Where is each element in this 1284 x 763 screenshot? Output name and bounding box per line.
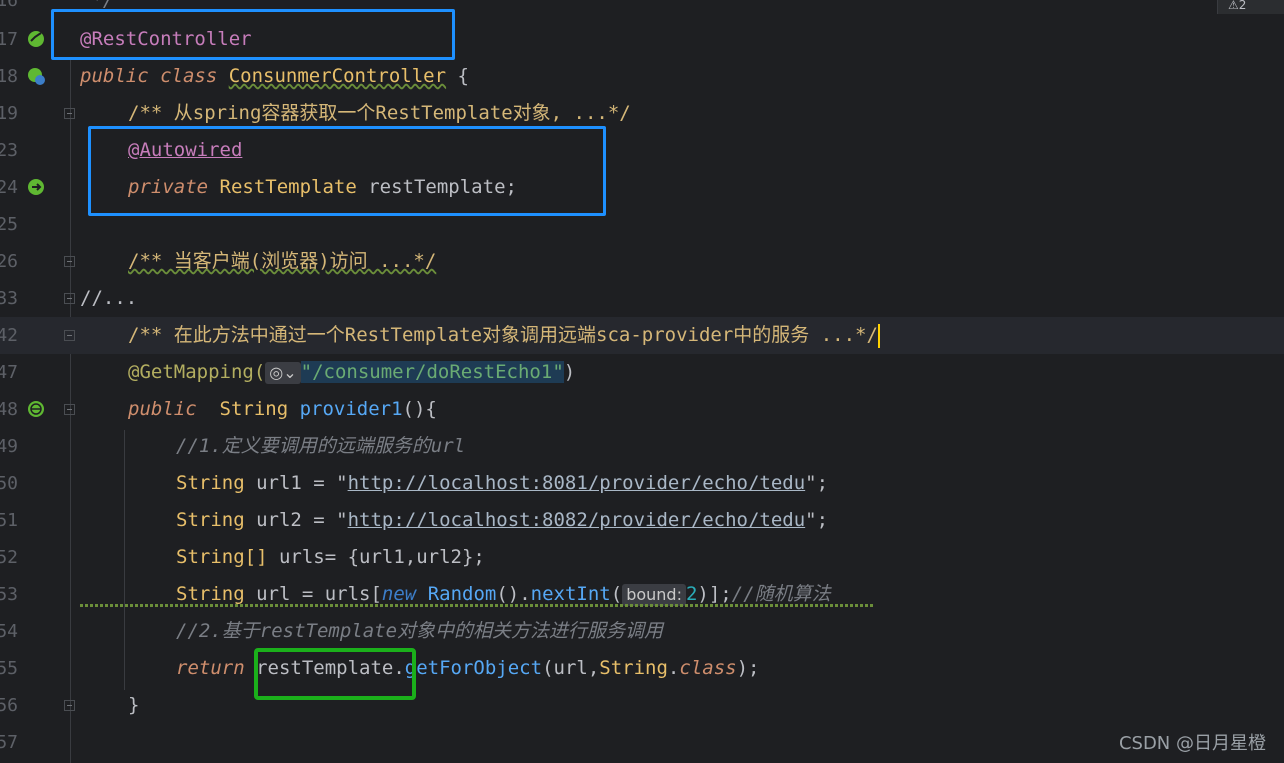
code-text: String url2 = "http://localhost:8082/pro… bbox=[176, 509, 829, 531]
highlight-box-autowired bbox=[88, 126, 606, 216]
line-number: 47 bbox=[0, 362, 18, 383]
line-number: 56 bbox=[0, 695, 18, 716]
spring-bean-globe-icon[interactable] bbox=[26, 66, 46, 86]
line-number: 53 bbox=[0, 584, 18, 605]
line-number: 55 bbox=[0, 658, 18, 679]
code-line[interactable]: 53 String url = urls[new Random().nextIn… bbox=[0, 576, 1284, 613]
text-caret bbox=[877, 323, 880, 348]
code-line[interactable]: 52 String[] urls= {url1,url2}; bbox=[0, 539, 1284, 576]
fold-icon[interactable] bbox=[64, 108, 75, 119]
code-text: //2.基于restTemplate对象中的相关方法进行服务调用 bbox=[176, 620, 664, 642]
line-number: 24 bbox=[0, 177, 18, 198]
code-line[interactable]: 49 //1.定义要调用的远端服务的url bbox=[0, 428, 1284, 465]
line-number: 42 bbox=[0, 325, 18, 346]
code-line[interactable]: 54 //2.基于restTemplate对象中的相关方法进行服务调用 bbox=[0, 613, 1284, 650]
code-text: @GetMapping(◎⌄ "/consumer/doRestEcho1") bbox=[128, 361, 576, 384]
code-line-current[interactable]: 42 /** 在此方法中通过一个RestTemplate对象调用远端sca-pr… bbox=[0, 317, 1284, 354]
code-text: public String provider1(){ bbox=[128, 398, 437, 420]
line-number: 25 bbox=[0, 214, 18, 235]
code-text: //1.定义要调用的远端服务的url bbox=[176, 435, 466, 457]
fold-icon[interactable] bbox=[64, 700, 75, 711]
line-number: 26 bbox=[0, 251, 18, 272]
code-text: String url = urls[new Random().nextInt(b… bbox=[176, 583, 831, 606]
code-line[interactable]: 47 @GetMapping(◎⌄ "/consumer/doRestEcho1"… bbox=[0, 354, 1284, 391]
code-text: //... bbox=[80, 287, 138, 309]
line-number: 23 bbox=[0, 140, 18, 161]
fold-icon[interactable] bbox=[64, 404, 75, 415]
line-number: 19 bbox=[0, 103, 18, 124]
line-number: 51 bbox=[0, 510, 18, 531]
line-number: 50 bbox=[0, 473, 18, 494]
code-line[interactable]: 50 String url1 = "http://localhost:8081/… bbox=[0, 465, 1284, 502]
code-line[interactable]: 33 //... bbox=[0, 280, 1284, 317]
line-number: 33 bbox=[0, 288, 18, 309]
highlight-box-restcontroller bbox=[51, 9, 455, 60]
fold-icon[interactable] bbox=[64, 330, 75, 341]
code-text: String url1 = "http://localhost:8081/pro… bbox=[176, 472, 829, 494]
code-line[interactable]: 55 return restTemplate.getForObject(url,… bbox=[0, 650, 1284, 687]
endpoint-globe-icon[interactable] bbox=[26, 399, 46, 419]
fold-icon[interactable] bbox=[64, 293, 75, 304]
code-text: } bbox=[128, 694, 140, 716]
autowired-navigate-icon[interactable] bbox=[26, 177, 46, 197]
line-number: 17 bbox=[0, 29, 18, 50]
spring-bean-icon[interactable] bbox=[26, 29, 46, 49]
globe-dropdown-icon[interactable]: ◎⌄ bbox=[265, 362, 301, 384]
code-line[interactable]: 56 } bbox=[0, 687, 1284, 724]
code-line[interactable]: 26 /** 当客户端(浏览器)访问 ...*/ bbox=[0, 243, 1284, 280]
code-line[interactable]: 51 String url2 = "http://localhost:8082/… bbox=[0, 502, 1284, 539]
code-text: /** 从spring容器获取一个RestTemplate对象, ...*/ bbox=[128, 102, 631, 124]
line-number: 48 bbox=[0, 399, 18, 420]
line-number: 16 bbox=[0, 0, 18, 11]
line-number: 52 bbox=[0, 547, 18, 568]
highlight-box-resttemplate-call bbox=[254, 648, 416, 700]
code-line[interactable]: 18 public class ConsunmerController { bbox=[0, 58, 1284, 95]
code-line[interactable]: 48 public String provider1(){ bbox=[0, 391, 1284, 428]
code-text: /** 当客户端(浏览器)访问 ...*/ bbox=[128, 250, 437, 272]
line-number: 18 bbox=[0, 66, 18, 87]
code-line[interactable]: 57 bbox=[0, 724, 1284, 761]
line-number: 54 bbox=[0, 621, 18, 642]
fold-icon[interactable] bbox=[64, 256, 75, 267]
line-number: 57 bbox=[0, 732, 18, 753]
watermark: CSDN @日月星橙 bbox=[1118, 733, 1266, 754]
code-text: public class ConsunmerController { bbox=[80, 65, 469, 87]
code-text: String[] urls= {url1,url2}; bbox=[176, 546, 485, 568]
line-number: 49 bbox=[0, 436, 18, 457]
warning-squiggle bbox=[80, 604, 875, 607]
parameter-hint: bound: bbox=[622, 584, 686, 606]
code-text: /** 在此方法中通过一个RestTemplate对象调用远端sca-provi… bbox=[128, 323, 880, 348]
